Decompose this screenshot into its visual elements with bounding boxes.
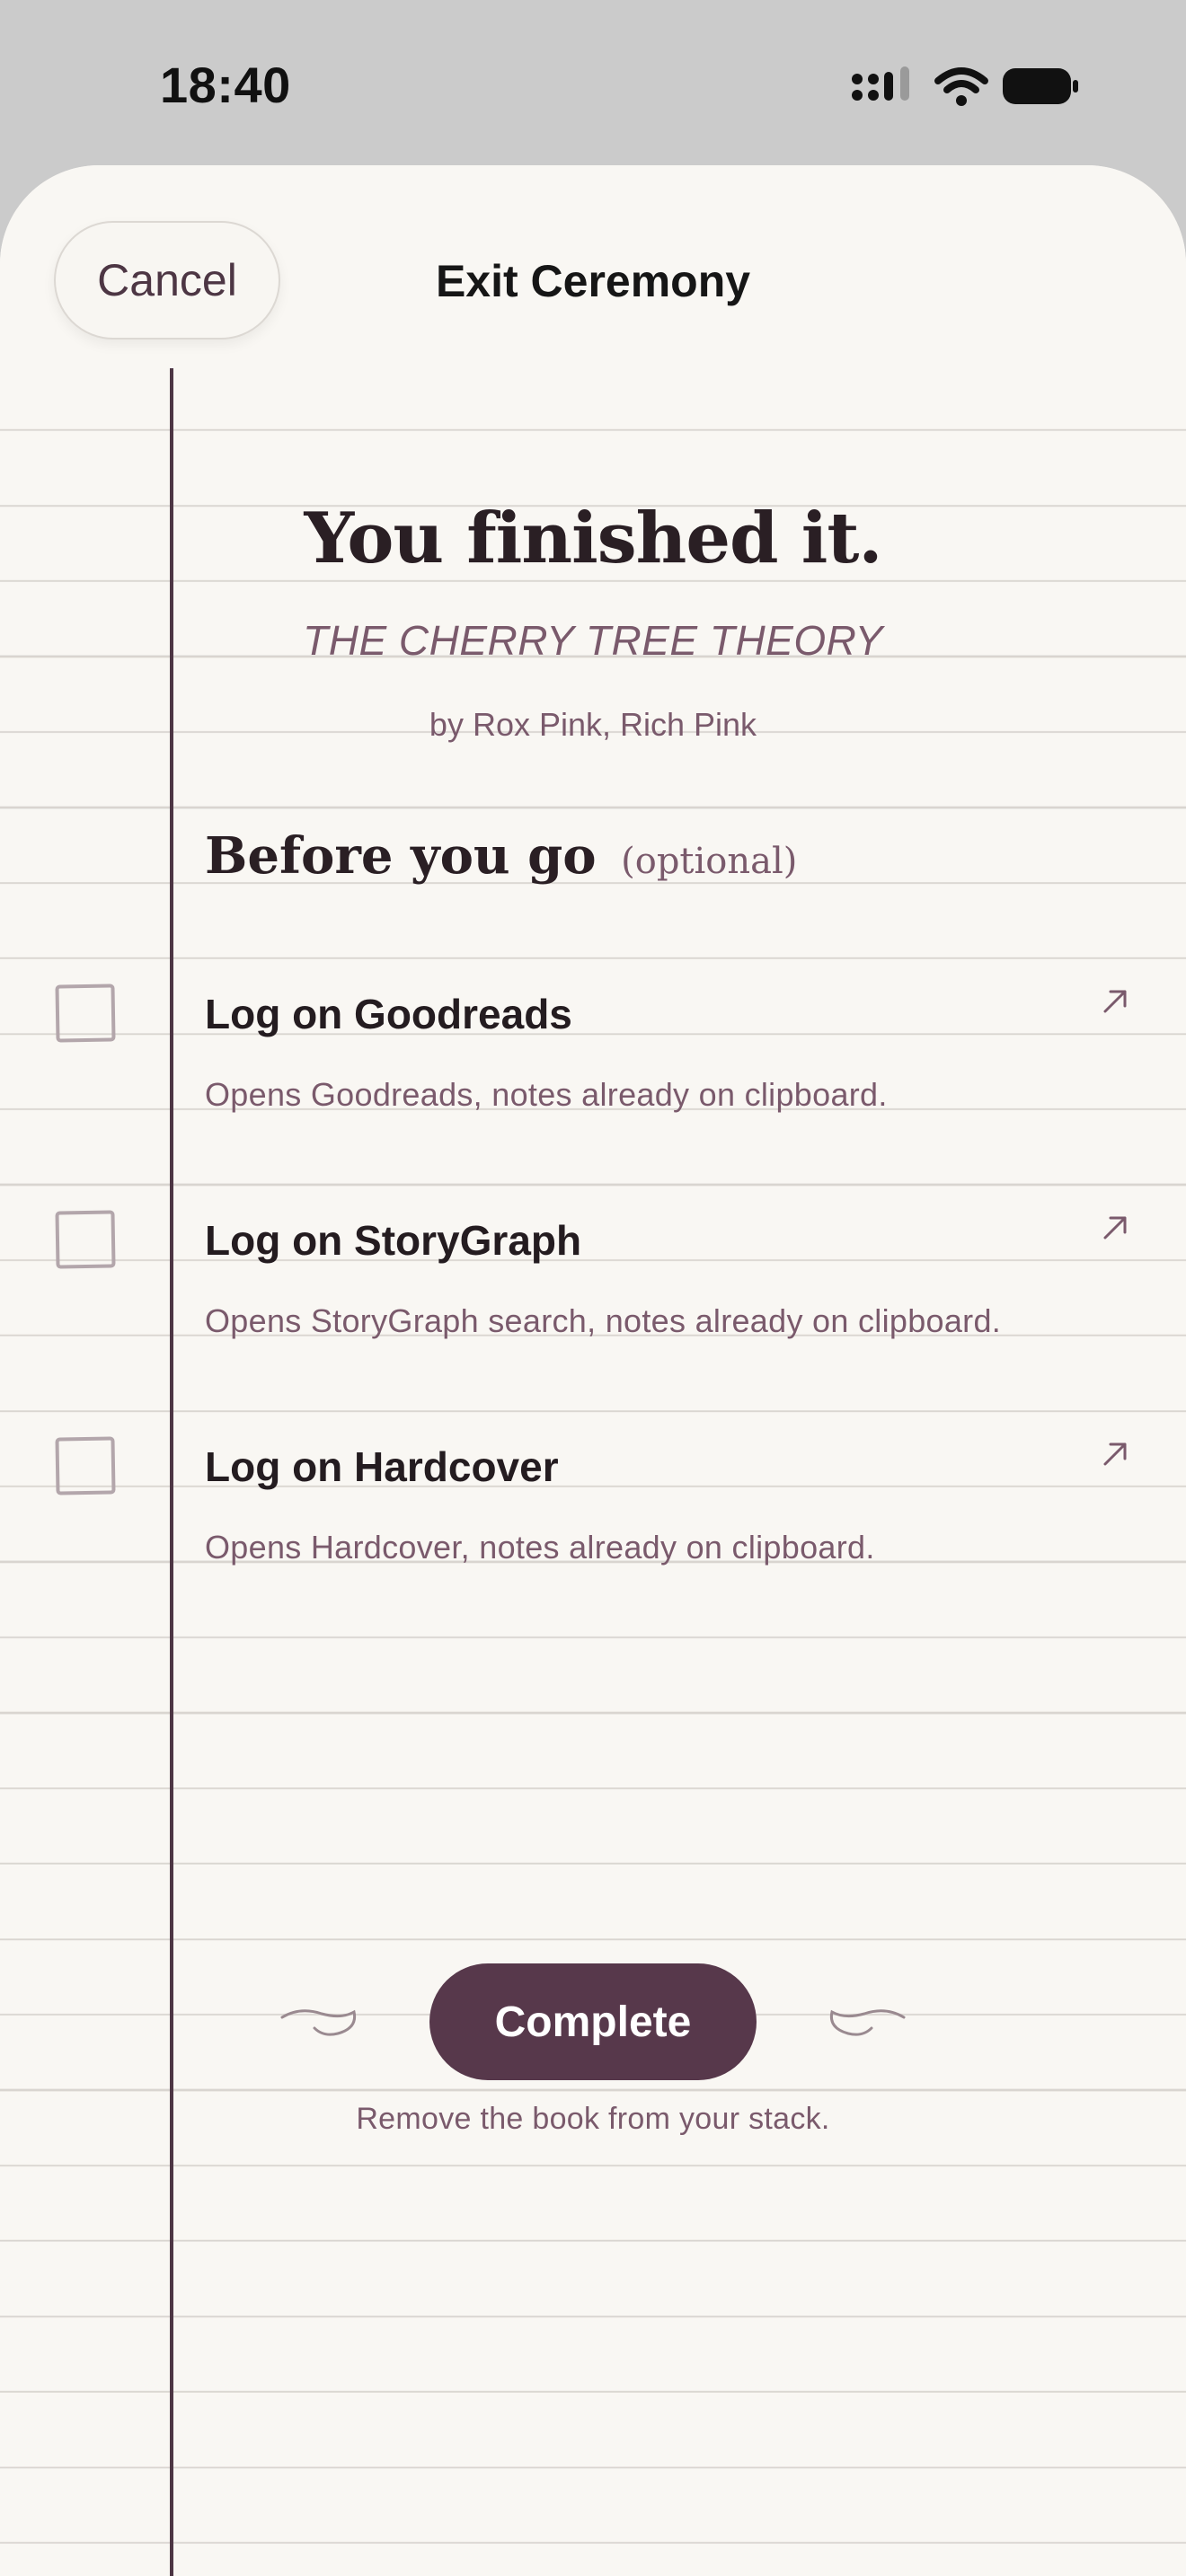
sheet-title: Exit Ceremony [435, 256, 751, 306]
flourish-left-icon [280, 2009, 357, 2036]
external-arrow-icon[interactable] [1098, 1209, 1134, 1245]
flourish-right-icon [829, 2009, 906, 2036]
cellular-signal-icon [852, 66, 909, 101]
goodreads-title: Log on Goodreads [205, 991, 572, 1037]
goodreads-description: Opens Goodreads, notes already on clipbo… [205, 1076, 888, 1113]
finished-headline: You finished it. [304, 498, 882, 579]
book-title: THE CHERRY TREE THEORY [303, 617, 883, 664]
log-hardcover-row[interactable]: Log on Hardcover Opens Hardcover, notes … [0, 1408, 1186, 1633]
storygraph-title: Log on StoryGraph [205, 1217, 582, 1264]
before-you-go-heading: Before you go (optional) [205, 826, 797, 886]
hardcover-description: Opens Hardcover, notes already on clipbo… [205, 1529, 875, 1566]
log-storygraph-row[interactable]: Log on StoryGraph Opens StoryGraph searc… [0, 1182, 1186, 1407]
hardcover-checkbox[interactable] [55, 1436, 116, 1495]
complete-caption: Remove the book from your stack. [356, 2102, 830, 2136]
status-time: 18:40 [160, 57, 291, 113]
log-goodreads-row[interactable]: Log on Goodreads Opens Goodreads, notes … [0, 956, 1186, 1180]
book-author: by Rox Pink, Rich Pink [429, 706, 757, 743]
exit-ceremony-sheet: Cancel Exit Ceremony You finished it. TH… [0, 165, 1186, 2576]
goodreads-checkbox[interactable] [55, 984, 116, 1043]
status-icons [845, 63, 1078, 111]
complete-button[interactable]: Complete [429, 1963, 757, 2080]
external-arrow-icon[interactable] [1098, 983, 1134, 1019]
wifi-icon [934, 67, 988, 106]
before-you-go-title: Before you go [205, 826, 597, 886]
external-arrow-icon[interactable] [1098, 1435, 1134, 1471]
battery-icon [1003, 68, 1078, 104]
optional-label: (optional) [621, 841, 798, 882]
hardcover-title: Log on Hardcover [205, 1443, 559, 1490]
complete-area: Complete [0, 1963, 1186, 2080]
storygraph-description: Opens StoryGraph search, notes already o… [205, 1302, 1002, 1339]
storygraph-checkbox[interactable] [55, 1210, 116, 1269]
screen: 18:40 Cancel Exit Ceremony You finished … [0, 0, 1186, 2576]
